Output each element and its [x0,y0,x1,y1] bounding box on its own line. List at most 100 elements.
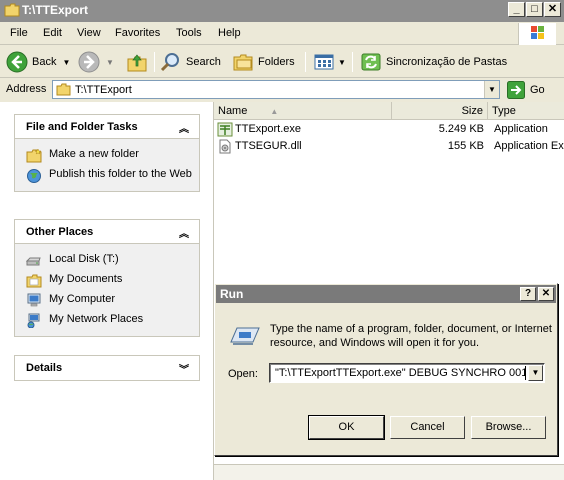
folders-label: Folders [258,56,295,68]
up-folder-icon [127,54,147,72]
column-header-size[interactable]: Size [392,102,488,120]
search-label: Search [186,56,221,68]
menu-file[interactable]: File [10,27,28,39]
ok-button[interactable]: OK [308,415,385,440]
help-button[interactable]: ? [520,287,536,301]
file-name: TTExport.exe [235,123,302,135]
address-dropdown-icon[interactable]: ▼ [484,81,499,98]
maximize-button[interactable]: □ [526,2,543,17]
menu-tools[interactable]: Tools [176,27,202,39]
collapse-chevron-icon[interactable]: ︽ [179,225,189,240]
folders-icon [233,54,253,71]
address-bar: Address T:\TTExport ▼ Go [0,79,564,101]
dialog-title: Run [220,287,244,301]
open-command-input[interactable]: "T:\TTExportTTExport.exe" DEBUG SYNCHRO … [269,363,545,383]
task-label: Make a new folder [49,148,139,160]
back-dropdown-icon[interactable]: ▼ [62,58,70,67]
my-network-places-link[interactable]: My Network Places [15,310,199,330]
panel-header[interactable]: Details ︾ [15,356,199,380]
file-row[interactable]: TTSEGUR.dll 155 KB Application Ex [214,138,564,155]
globe-icon [27,169,41,183]
views-dropdown-icon[interactable]: ▼ [338,58,346,67]
forward-button[interactable]: ▼ [78,50,114,74]
back-label: Back [32,56,57,68]
file-row[interactable]: TTExport.exe 5.249 KB Application [214,121,564,138]
task-pane: File and Folder Tasks ︽ Make a new folde… [0,102,213,480]
network-icon [27,313,40,328]
run-dialog: Run ? ✕ Type the name of a program, fold… [214,283,558,456]
panel-title: Details [26,362,63,374]
title-bar[interactable]: T:\TTExport _ □ ✕ [0,0,564,22]
local-disk-link[interactable]: Local Disk (T:) [15,250,199,270]
back-button[interactable]: Back ▼ [6,50,70,74]
sync-folders-button[interactable]: Sincronização de Pastas [360,50,507,74]
make-new-folder-link[interactable]: Make a new folder [15,145,199,165]
column-headers: Name ▲ Size Type [214,102,564,120]
close-button[interactable]: ✕ [544,2,561,17]
open-label: Open: [228,368,258,380]
forward-arrow-icon [78,51,100,73]
horizontal-scrollbar[interactable] [214,464,564,480]
collapse-chevron-icon[interactable]: ︽ [179,120,189,135]
dialog-close-button[interactable]: ✕ [538,287,554,301]
menu-bar: File Edit View Favorites Tools Help [0,22,564,45]
publish-to-web-link[interactable]: Publish this folder to the Web [15,165,199,185]
panel-header[interactable]: File and Folder Tasks ︽ [15,115,199,139]
command-dropdown-icon[interactable]: ▼ [528,365,543,381]
place-label: My Network Places [49,313,144,325]
views-icon [314,54,334,70]
windows-logo [518,23,556,45]
text-caret [525,366,526,380]
dialog-message: Type the name of a program, folder, docu… [270,323,552,349]
address-input[interactable]: T:\TTExport ▼ [52,80,500,99]
cancel-button[interactable]: Cancel [390,416,465,439]
forward-dropdown-icon[interactable]: ▼ [106,58,114,67]
toolbar-separator [154,52,155,72]
menu-view[interactable]: View [77,27,101,39]
sort-ascending-icon: ▲ [270,107,279,116]
file-type: Application [494,123,548,135]
command-value: "T:\TTExportTTExport.exe" DEBUG SYNCHRO … [275,367,525,379]
place-label: Local Disk (T:) [49,253,119,265]
column-header-name[interactable]: Name ▲ [214,102,392,120]
folder-icon [56,83,71,96]
file-size: 155 KB [447,140,484,152]
windows-flag-icon [531,26,544,39]
search-icon [160,53,179,72]
window-title: T:\TTExport [22,3,88,17]
minimize-button[interactable]: _ [508,2,525,17]
dll-file-icon [219,139,231,154]
go-arrow-icon [507,80,525,99]
details-panel: Details ︾ [14,355,200,381]
my-computer-link[interactable]: My Computer [15,290,199,310]
browse-button[interactable]: Browse... [471,416,546,439]
menu-edit[interactable]: Edit [43,27,62,39]
expand-chevron-icon[interactable]: ︾ [179,361,189,376]
go-label: Go [530,83,545,96]
other-places-panel: Other Places ︽ Local Disk (T:) My Docume… [14,219,200,337]
folder-icon [4,3,20,17]
column-header-type[interactable]: Type [488,102,564,120]
back-arrow-icon [6,51,28,73]
panel-header[interactable]: Other Places ︽ [15,220,199,244]
menu-help[interactable]: Help [218,27,241,39]
sync-label: Sincronização de Pastas [386,56,508,68]
search-button[interactable]: Search [160,50,221,74]
explorer-window: T:\TTExport _ □ ✕ File Edit View Favorit… [0,0,564,480]
file-type: Application Ex [494,140,564,152]
up-folder-button[interactable] [126,50,148,74]
go-button[interactable]: Go [507,80,545,99]
views-button[interactable]: ▼ [313,50,346,74]
place-label: My Documents [49,273,123,285]
my-documents-link[interactable]: My Documents [15,270,199,290]
menu-favorites[interactable]: Favorites [115,27,160,39]
toolbar: Back ▼ ▼ Search Folders ▼ Sincronização … [0,46,564,78]
dialog-title-bar[interactable]: Run ? ✕ [216,285,556,303]
panel-title: Other Places [26,226,94,238]
new-folder-icon [26,148,42,163]
folders-button[interactable]: Folders [232,50,295,74]
file-name: TTSEGUR.dll [235,140,302,152]
sync-icon [361,53,381,71]
file-folder-tasks-panel: File and Folder Tasks ︽ Make a new folde… [14,114,200,192]
place-label: My Computer [49,293,116,305]
